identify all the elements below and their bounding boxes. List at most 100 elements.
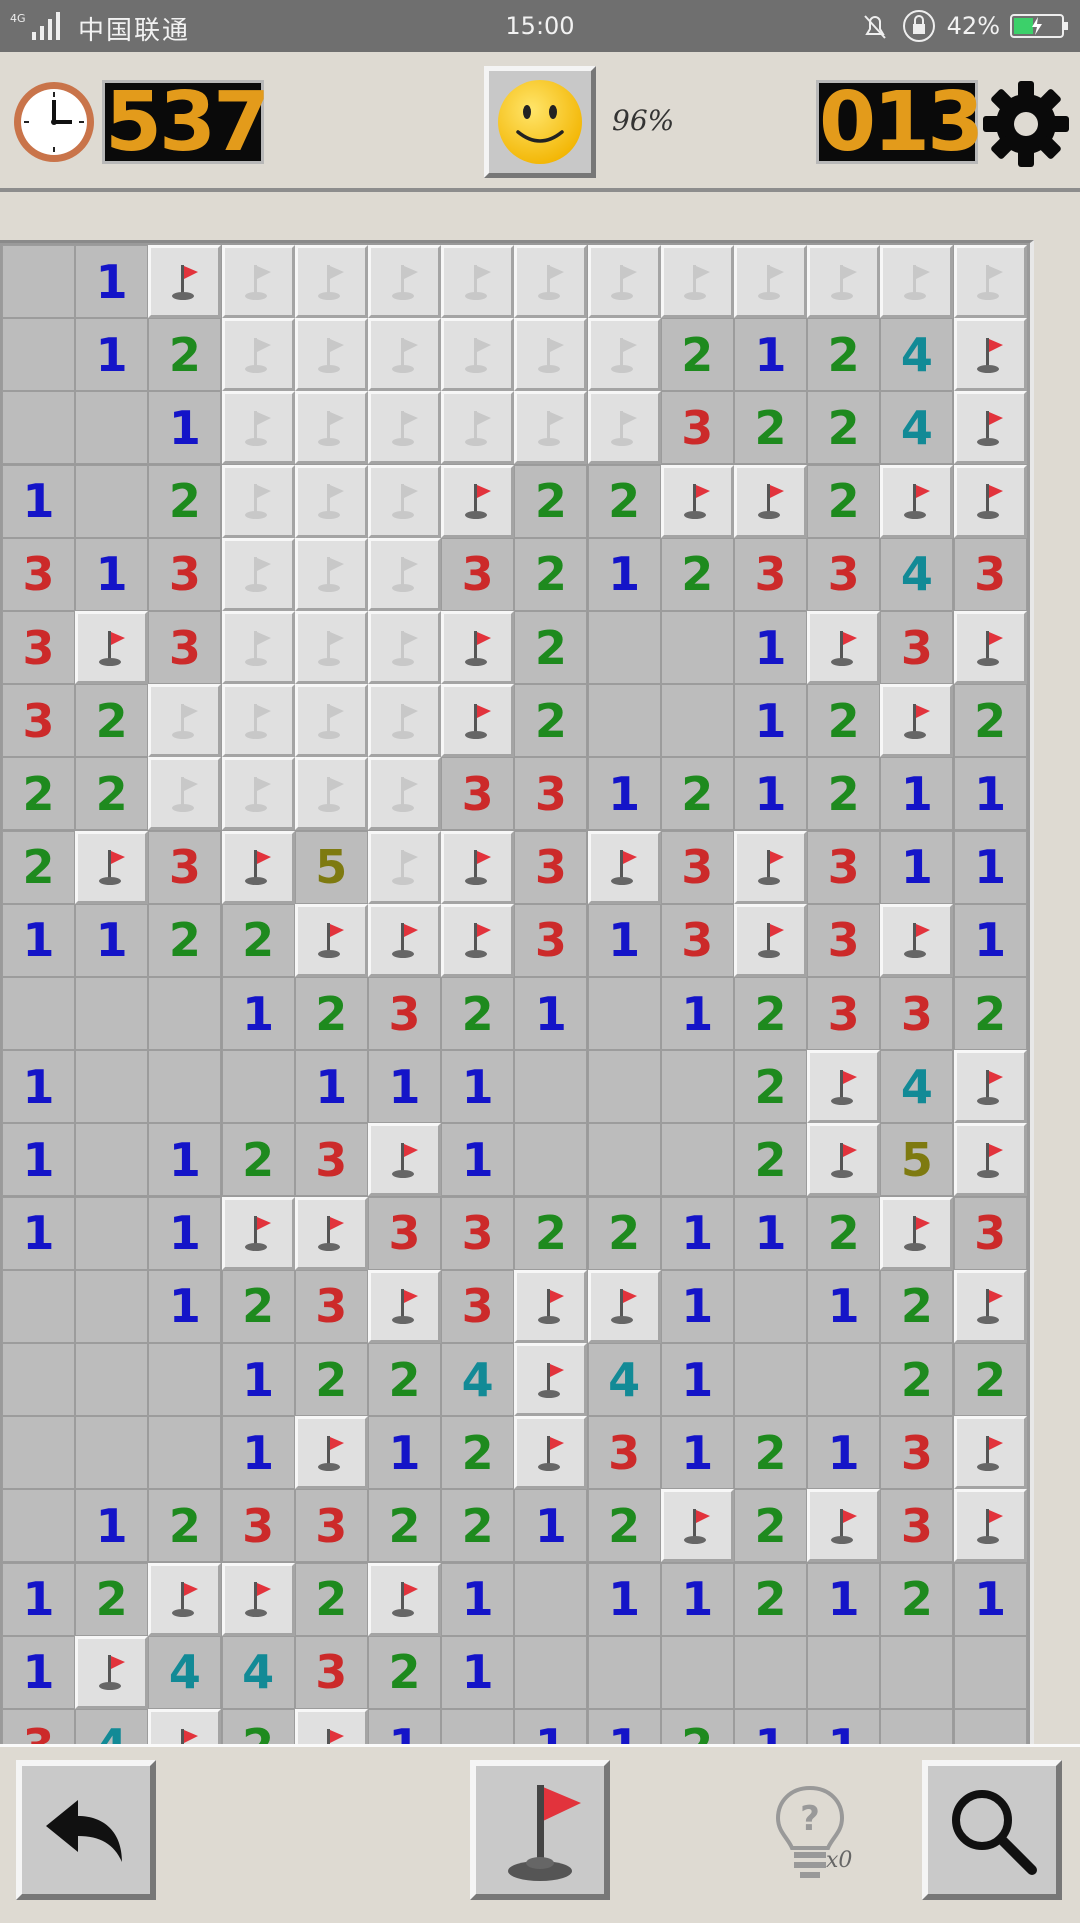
number-cell[interactable]: 5 xyxy=(294,830,368,904)
number-cell[interactable]: 3 xyxy=(368,1196,441,1270)
flagged-cell[interactable] xyxy=(441,684,515,758)
number-cell[interactable]: 3 xyxy=(734,537,807,611)
number-cell[interactable]: 1 xyxy=(2,1123,75,1197)
number-cell[interactable]: 1 xyxy=(807,1416,881,1490)
hidden-cell[interactable] xyxy=(368,757,441,831)
number-cell[interactable]: 1 xyxy=(587,1709,661,1747)
number-cell[interactable]: 2 xyxy=(148,464,222,538)
flagged-cell[interactable] xyxy=(221,1562,295,1636)
empty-cell[interactable] xyxy=(807,1343,881,1416)
number-cell[interactable]: 3 xyxy=(368,977,441,1050)
number-cell[interactable]: 2 xyxy=(807,684,881,758)
hidden-cell[interactable] xyxy=(441,318,515,392)
number-cell[interactable]: 2 xyxy=(441,977,515,1050)
number-cell[interactable]: 1 xyxy=(2,464,75,538)
number-cell[interactable]: 2 xyxy=(75,1562,149,1636)
flagged-cell[interactable] xyxy=(75,1635,149,1709)
hidden-cell[interactable] xyxy=(221,537,295,611)
number-cell[interactable]: 3 xyxy=(514,830,588,904)
flagged-cell[interactable] xyxy=(514,1269,588,1343)
number-cell[interactable]: 2 xyxy=(807,757,881,831)
flagged-cell[interactable] xyxy=(807,1123,881,1197)
number-cell[interactable]: 1 xyxy=(514,977,588,1050)
number-cell[interactable]: 3 xyxy=(807,537,881,611)
number-cell[interactable]: 1 xyxy=(587,1562,661,1636)
flagged-cell[interactable] xyxy=(221,1196,295,1270)
empty-cell[interactable] xyxy=(75,1196,149,1270)
number-cell[interactable]: 3 xyxy=(148,830,222,904)
number-cell[interactable]: 1 xyxy=(441,1635,515,1709)
number-cell[interactable]: 2 xyxy=(953,1343,1027,1416)
number-cell[interactable]: 1 xyxy=(441,1562,515,1636)
flagged-cell[interactable] xyxy=(587,1269,661,1343)
flagged-cell[interactable] xyxy=(953,1123,1027,1197)
number-cell[interactable]: 1 xyxy=(807,1562,881,1636)
number-cell[interactable]: 3 xyxy=(514,903,588,977)
number-cell[interactable]: 2 xyxy=(734,977,807,1050)
number-cell[interactable]: 2 xyxy=(660,318,734,392)
number-cell[interactable]: 1 xyxy=(734,318,807,392)
number-cell[interactable]: 3 xyxy=(294,1635,368,1709)
flagged-cell[interactable] xyxy=(880,903,954,977)
number-cell[interactable]: 1 xyxy=(734,611,807,684)
number-cell[interactable]: 3 xyxy=(2,1709,75,1747)
empty-cell[interactable] xyxy=(2,1343,75,1416)
number-cell[interactable]: 1 xyxy=(368,1709,441,1747)
flagged-cell[interactable] xyxy=(807,1489,881,1563)
number-cell[interactable]: 3 xyxy=(148,537,222,611)
number-cell[interactable]: 1 xyxy=(2,903,75,977)
number-cell[interactable]: 2 xyxy=(807,318,881,392)
number-cell[interactable]: 1 xyxy=(441,1050,515,1124)
number-cell[interactable]: 1 xyxy=(880,757,954,831)
hidden-cell[interactable] xyxy=(294,245,368,318)
number-cell[interactable]: 4 xyxy=(880,318,954,392)
empty-cell[interactable] xyxy=(587,1123,661,1197)
flagged-cell[interactable] xyxy=(221,830,295,904)
number-cell[interactable]: 2 xyxy=(734,1562,807,1636)
flagged-cell[interactable] xyxy=(807,611,881,684)
flagged-cell[interactable] xyxy=(660,1489,734,1563)
empty-cell[interactable] xyxy=(75,977,149,1050)
flagged-cell[interactable] xyxy=(880,1196,954,1270)
empty-cell[interactable] xyxy=(734,1635,807,1709)
empty-cell[interactable] xyxy=(514,1562,588,1636)
number-cell[interactable]: 2 xyxy=(514,1196,588,1270)
flagged-cell[interactable] xyxy=(441,830,515,904)
number-cell[interactable]: 1 xyxy=(734,1709,807,1747)
flagged-cell[interactable] xyxy=(294,1709,368,1747)
number-cell[interactable]: 2 xyxy=(660,1709,734,1747)
flagged-cell[interactable] xyxy=(660,464,734,538)
empty-cell[interactable] xyxy=(75,464,149,538)
number-cell[interactable]: 2 xyxy=(734,1050,807,1124)
flagged-cell[interactable] xyxy=(148,245,222,318)
number-cell[interactable]: 2 xyxy=(148,903,222,977)
number-cell[interactable]: 1 xyxy=(660,1343,734,1416)
hidden-cell[interactable] xyxy=(368,537,441,611)
number-cell[interactable]: 1 xyxy=(75,1489,149,1563)
number-cell[interactable]: 2 xyxy=(880,1562,954,1636)
number-cell[interactable]: 2 xyxy=(514,537,588,611)
empty-cell[interactable] xyxy=(75,1343,149,1416)
empty-cell[interactable] xyxy=(2,1416,75,1490)
hidden-cell[interactable] xyxy=(221,464,295,538)
number-cell[interactable]: 1 xyxy=(807,1709,881,1747)
number-cell[interactable]: 3 xyxy=(441,537,515,611)
number-cell[interactable]: 1 xyxy=(734,1196,807,1270)
empty-cell[interactable] xyxy=(75,1269,149,1343)
number-cell[interactable]: 1 xyxy=(2,1196,75,1270)
number-cell[interactable]: 2 xyxy=(660,537,734,611)
number-cell[interactable]: 2 xyxy=(660,757,734,831)
empty-cell[interactable] xyxy=(587,1050,661,1124)
empty-cell[interactable] xyxy=(807,1635,881,1709)
number-cell[interactable]: 1 xyxy=(660,977,734,1050)
hidden-cell[interactable] xyxy=(514,245,588,318)
hidden-cell[interactable] xyxy=(441,391,515,465)
number-cell[interactable]: 2 xyxy=(807,1196,881,1270)
hidden-cell[interactable] xyxy=(368,391,441,465)
empty-cell[interactable] xyxy=(75,1123,149,1197)
hidden-cell[interactable] xyxy=(294,537,368,611)
number-cell[interactable]: 3 xyxy=(660,391,734,465)
number-cell[interactable]: 2 xyxy=(368,1635,441,1709)
hidden-cell[interactable] xyxy=(148,684,222,758)
number-cell[interactable]: 2 xyxy=(880,1343,954,1416)
